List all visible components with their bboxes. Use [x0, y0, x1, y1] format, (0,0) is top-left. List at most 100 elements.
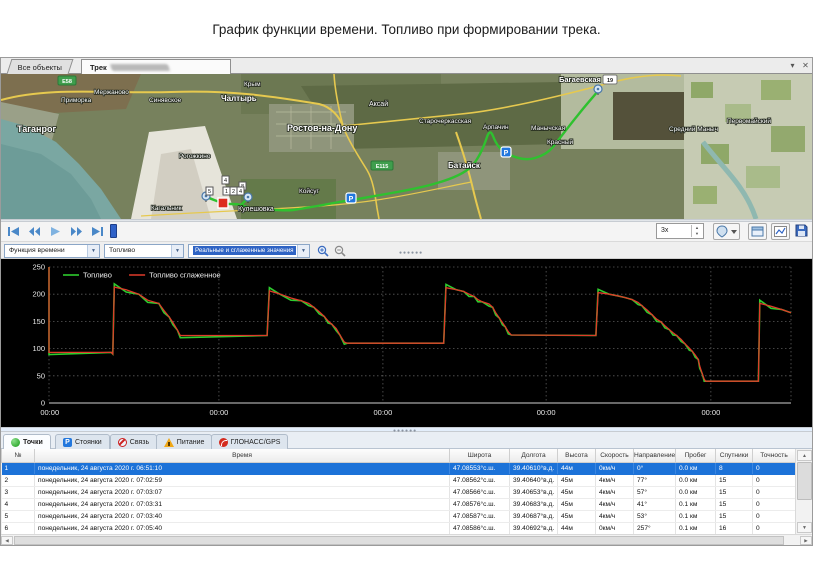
table-cell: 0.0 км [676, 474, 716, 486]
toolbar-grip: ●●●●●● [399, 250, 423, 256]
table-cell: 4км/ч [596, 474, 634, 486]
bottom-tab-points[interactable]: Точки [3, 434, 51, 449]
bottom-tab-connection[interactable]: Связь [110, 434, 157, 449]
table-cell: 0.0 км [676, 486, 716, 498]
chevron-down-icon[interactable]: ▼ [87, 245, 99, 257]
step-forward-button[interactable] [68, 224, 85, 238]
x-tick-label: 00:00 [40, 408, 59, 417]
spinner-arrows-icon[interactable]: ▲▼ [691, 225, 702, 237]
table-cell: 39.40692°в.д. [510, 522, 558, 534]
svg-text:E58: E58 [62, 79, 72, 85]
tab-all-objects[interactable]: Все объекты [7, 59, 74, 74]
save-button[interactable] [794, 223, 811, 240]
table-horizontal-scrollbar[interactable]: ◀ ▶ [1, 534, 812, 545]
parking-marker[interactable]: P [346, 193, 356, 203]
table-cell: 0.0 км [676, 462, 716, 474]
column-header[interactable]: Спутники [716, 449, 753, 462]
parameter-combo[interactable]: Топливо▼ [104, 244, 184, 258]
bottom-tab-label: Связь [130, 439, 149, 446]
timeline-slider-handle[interactable] [110, 224, 117, 238]
map-place-label: Ростов-на-Дону [287, 123, 357, 133]
table-row[interactable]: 4понедельник, 24 августа 2020 г. 07:03:3… [2, 498, 796, 510]
numbered-point-marker[interactable]: 1 [223, 187, 230, 195]
scroll-down-icon[interactable]: ▼ [797, 522, 812, 533]
column-header[interactable]: Направление [634, 449, 676, 462]
table-row[interactable]: 5понедельник, 24 августа 2020 г. 07:03:4… [2, 510, 796, 522]
window-tabbar: Все объекты Трек ▾ ✕ [1, 58, 812, 74]
table-cell: 3 [2, 486, 35, 498]
chevron-down-icon[interactable]: ▼ [297, 245, 309, 257]
table-cell: 44м [558, 522, 596, 534]
chevron-down-icon[interactable]: ▾ [787, 60, 798, 72]
chart-window-button[interactable] [771, 223, 790, 240]
balloon-dropdown-button[interactable] [713, 223, 740, 240]
column-header[interactable]: Точность [753, 449, 796, 462]
parking-marker[interactable]: P [501, 147, 511, 157]
table-cell: понедельник, 24 августа 2020 г. 07:03:40 [35, 510, 450, 522]
map-place-label: Средний Маныч [669, 125, 718, 133]
table-cell: 47.08587°с.ш. [450, 510, 510, 522]
x-tick-label: 00:00 [374, 408, 393, 417]
series-fuel-raw [49, 267, 791, 381]
scrollbar-thumb[interactable] [797, 462, 812, 500]
svg-text:4: 4 [239, 189, 242, 195]
table-cell: 1 [2, 462, 35, 474]
table-cell: 0.1 км [676, 522, 716, 534]
column-header[interactable]: Пробег [676, 449, 716, 462]
svg-text:4: 4 [224, 178, 227, 184]
numbered-point-marker[interactable]: 4 [222, 176, 229, 184]
column-header[interactable]: Высота [558, 449, 596, 462]
table-cell: 257° [634, 522, 676, 534]
table-row[interactable]: 6понедельник, 24 августа 2020 г. 07:05:4… [2, 522, 796, 534]
table-cell: 2 [2, 474, 35, 486]
tab-track-masked-name [110, 64, 170, 71]
svg-text:2: 2 [232, 189, 235, 195]
tab-all-objects-label: Все объекты [18, 63, 62, 72]
table-cell: 47.08553°с.ш. [450, 462, 510, 474]
column-header[interactable]: № [2, 449, 35, 462]
scroll-left-icon[interactable]: ◀ [1, 536, 13, 545]
page-title: График функции времени. Топливо при форм… [0, 22, 813, 37]
map-window-button[interactable] [748, 223, 767, 240]
table-cell: 0 [753, 474, 796, 486]
table-row[interactable]: 2понедельник, 24 августа 2020 г. 07:02:5… [2, 474, 796, 486]
table-cell: 0 [753, 510, 796, 522]
zoom-in-icon[interactable] [317, 245, 330, 258]
scroll-up-icon[interactable]: ▲ [797, 450, 812, 461]
column-header[interactable]: Долгота [510, 449, 558, 462]
table-vertical-scrollbar[interactable]: ▲ ▼ [795, 449, 812, 534]
road-badge: E58 [58, 76, 76, 85]
map-place-label: Первомайский [727, 117, 771, 125]
column-header[interactable]: Широта [450, 449, 510, 462]
column-header[interactable]: Скорость [596, 449, 634, 462]
skip-start-button[interactable] [5, 224, 22, 238]
column-header[interactable]: Время [35, 449, 450, 462]
current-position-marker[interactable] [218, 198, 228, 208]
tab-track[interactable]: Трек [81, 59, 231, 74]
skip-end-button[interactable] [89, 224, 106, 238]
table-row[interactable]: 3понедельник, 24 августа 2020 г. 07:03:0… [2, 486, 796, 498]
scroll-right-icon[interactable]: ▶ [800, 536, 812, 545]
map-place-label: Крым [244, 81, 261, 88]
scrollbar-thumb[interactable] [14, 536, 784, 545]
function-combo[interactable]: Функция времени▼ [4, 244, 100, 258]
bottom-tab-parking[interactable]: PСтоянки [55, 434, 110, 449]
bottom-tab-power[interactable]: Питание [156, 434, 213, 449]
chevron-down-icon[interactable]: ▼ [171, 245, 183, 257]
speed-spinner[interactable]: 3x ▲▼ [656, 223, 704, 239]
mode-combo[interactable]: Реальные и сглаженные значения▼ [188, 244, 310, 258]
table-row[interactable]: 1понедельник, 24 августа 2020 г. 06:51:1… [2, 462, 796, 474]
numbered-point-marker[interactable]: 4 [237, 187, 244, 195]
numbered-point-marker[interactable]: 2 [230, 187, 237, 195]
zoom-out-icon[interactable] [334, 245, 347, 258]
play-button[interactable] [47, 224, 64, 238]
bottom-tab-glonass[interactable]: ГЛОНАСС/GPS [211, 434, 289, 449]
numbered-point-marker[interactable]: 5 [206, 187, 213, 195]
table-cell: 47.08586°с.ш. [450, 522, 510, 534]
map-view[interactable]: E58E11519ТаганрогПриморкаМержановоСинявс… [1, 74, 812, 219]
svg-text:100: 100 [32, 344, 45, 353]
fuel-chart[interactable]: 05010015020025000:0000:0000:0000:0000:00… [1, 259, 812, 427]
chart-legend: ТопливоТопливо сглаженное [63, 271, 221, 280]
close-icon[interactable]: ✕ [800, 60, 811, 72]
step-back-button[interactable] [26, 224, 43, 238]
